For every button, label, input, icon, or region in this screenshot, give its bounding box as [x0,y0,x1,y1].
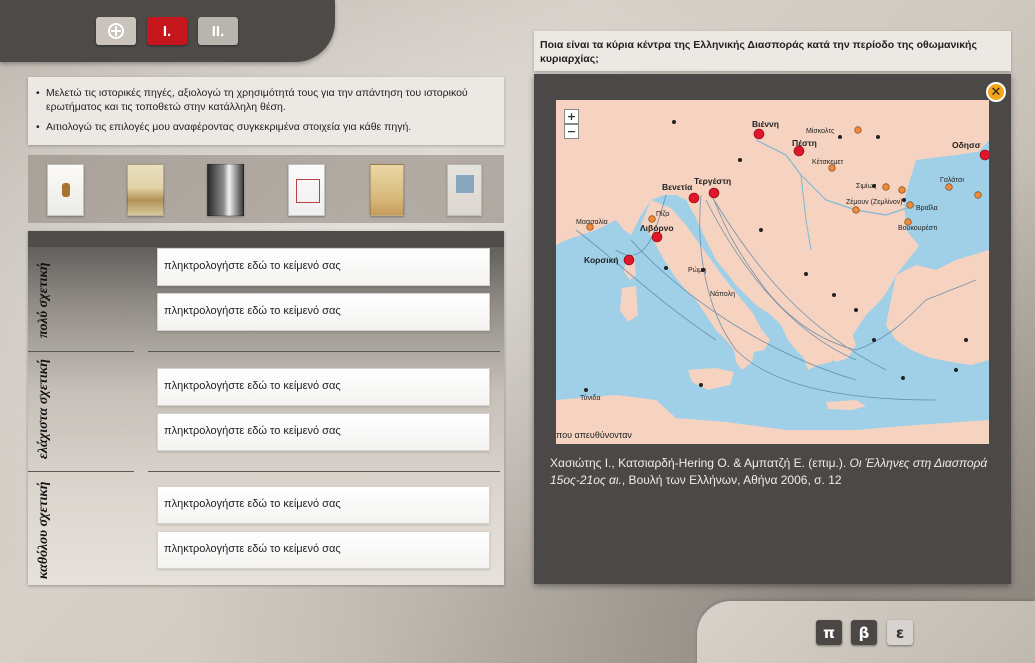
sources-thumbnail-strip [28,155,504,223]
compass-icon [108,23,124,39]
category-label-slightly-relevant: ελάχιστα σχετική [36,359,51,459]
map-label-pest: Πέστη [792,138,817,148]
map-graphic: Βιέννη Πέστη Μίσκολτς Βενετία Τεργέστη Ο… [556,100,989,444]
text-field-very-relevant-1[interactable]: πληκτρολογήστε εδώ το κείμενό σας [157,248,490,286]
divider [148,351,500,352]
map-label-zemun: Ζέμουν (Ζεμλίνον) [846,198,903,206]
map-label-marseille: Μασσαλία [576,218,608,226]
relevance-header-band [28,231,504,247]
source-popup: ✕ Βιέννη Πέστη Μίσκολτς Βενετία Τεργέστη… [534,74,1011,584]
instruction-item: Αιτιολογώ τις επιλογές μου αναφέροντας σ… [36,120,496,134]
text-field-slightly-relevant-2[interactable]: πληκτρολογήστε εδώ το κείμενό σας [157,413,490,451]
map-label-corsica: Κορσική [584,255,619,265]
map-label-trieste: Τεργέστη [694,176,731,186]
source-thumbnail-6[interactable] [447,164,482,216]
beta-button[interactable]: β [851,620,877,645]
source-thumbnail-3[interactable] [207,164,244,216]
category-label-very-relevant: πολύ σχετική [36,262,51,338]
map-label-rome: Ρώμη [688,266,706,274]
map-label-kecskemet: Κέτσκεμετ [812,158,844,166]
map-label-miskolc: Μίσκολτς [806,127,835,135]
caption-authors: Χασιώτης Ι., Κατσιαρδή-Hering Ο. & Αμπατ… [550,456,850,470]
top-nav-panel: I. II. [0,0,335,62]
instructions-box: Μελετώ τις ιστορικές πηγές, αξιολογώ τη … [28,77,504,145]
tab-one-button[interactable]: I. [147,17,187,45]
map-label-galati: Γαλάτσι [940,176,964,184]
divider [28,351,134,352]
text-field-very-relevant-2[interactable]: πληκτρολογήστε εδώ το κείμενό σας [157,293,490,331]
map-bottom-text: που απευθύνονταν [556,430,632,440]
source-thumbnail-1[interactable] [47,164,84,216]
divider [28,471,134,472]
divider [148,471,500,472]
map-label-vienna: Βιέννη [752,119,779,129]
map-label-odessa: Οδησσ [952,140,981,150]
text-field-slightly-relevant-1[interactable]: πληκτρολογήστε εδώ το κείμενό σας [157,368,490,406]
instruction-item: Μελετώ τις ιστορικές πηγές, αξιολογώ τη … [36,86,496,114]
bottom-nav-panel: π β ε [697,601,1035,663]
epsilon-button[interactable]: ε [887,620,913,645]
source-caption: Χασιώτης Ι., Κατσιαρδή-Hering Ο. & Αμπατ… [550,455,990,489]
map-label-pisa: Πίζα [656,210,669,218]
close-icon[interactable]: ✕ [986,82,1006,102]
text-field-not-relevant-1[interactable]: πληκτρολογήστε εδώ το κείμενό σας [157,486,490,524]
source-thumbnail-5[interactable] [370,164,404,216]
text-field-not-relevant-2[interactable]: πληκτρολογήστε εδώ το κείμενό σας [157,531,490,569]
source-thumbnail-2[interactable] [127,164,164,216]
caption-publisher: , Βουλή των Ελλήνων, Αθήνα 2006, σ. 12 [621,473,842,487]
compass-button[interactable] [96,17,136,45]
zoom-out-button[interactable]: − [564,124,579,139]
map-label-bucharest: Βουκουρέστι [898,224,938,232]
map-label-venice: Βενετία [662,182,693,192]
question-header: Ποια είναι τα κύρια κέντρα της Ελληνικής… [534,31,1011,71]
map-label-naples: Νάπολη [710,290,735,298]
tab-two-button[interactable]: II. [198,17,238,45]
map-label-simios: Σιμίως [856,182,877,190]
map-label-livorno: Λιβόρνο [640,223,674,233]
category-label-not-relevant: καθόλου σχετική [36,481,51,579]
pi-button[interactable]: π [816,620,842,645]
source-thumbnail-4[interactable] [288,164,325,216]
diaspora-map[interactable]: Βιέννη Πέστη Μίσκολτς Βενετία Τεργέστη Ο… [556,100,989,444]
relevance-panel: πολύ σχετική πληκτρολογήστε εδώ το κείμε… [28,231,504,585]
zoom-in-button[interactable]: + [564,109,579,124]
map-label-braila: Βραΐλα [916,204,938,212]
map-label-tunis: Τύνιδα [580,394,601,402]
